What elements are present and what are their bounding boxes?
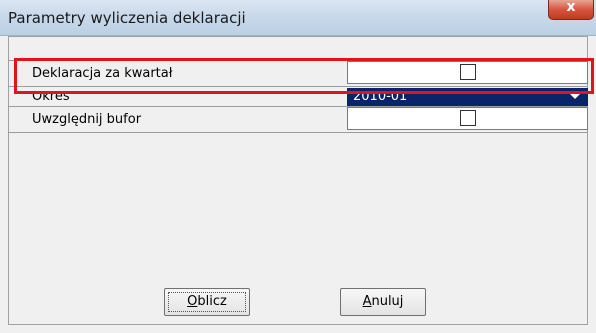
grid-line bbox=[8, 132, 588, 133]
focus-ring bbox=[168, 292, 246, 312]
cancel-label: nuluj bbox=[371, 294, 404, 309]
close-icon: x bbox=[566, 0, 576, 15]
title-bar: Parametry wyliczenia deklaracji x bbox=[0, 0, 596, 36]
highlight-box bbox=[14, 58, 594, 94]
buffer-cell[interactable] bbox=[347, 107, 588, 130]
window-title: Parametry wyliczenia deklaracji bbox=[8, 9, 246, 27]
close-button[interactable]: x bbox=[548, 0, 594, 20]
cancel-button[interactable]: Anuluj bbox=[340, 288, 426, 316]
buffer-checkbox[interactable] bbox=[460, 110, 476, 126]
dialog-window: Parametry wyliczenia deklaracji x Deklar… bbox=[0, 0, 596, 333]
chevron-down-icon[interactable] bbox=[570, 94, 580, 99]
buffer-label: Uwzględnij bufor bbox=[32, 112, 142, 127]
calculate-button[interactable]: Oblicz bbox=[164, 288, 250, 316]
